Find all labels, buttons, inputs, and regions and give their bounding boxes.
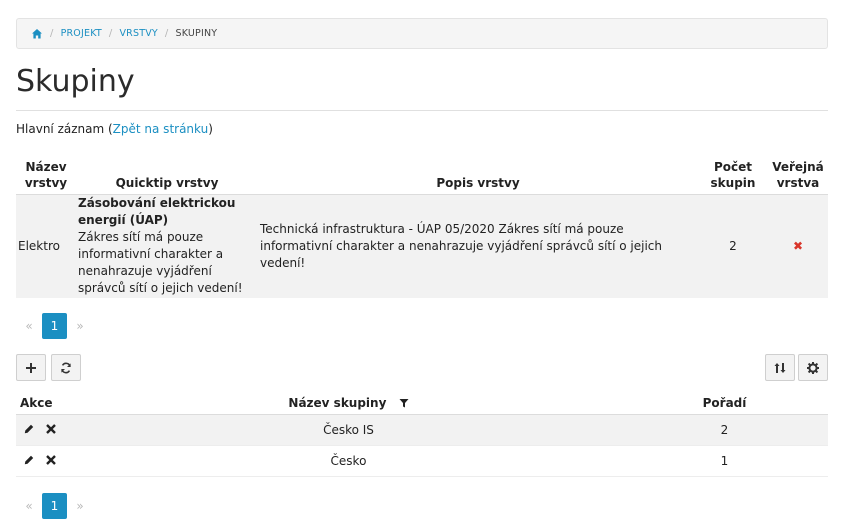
header-actions: Akce bbox=[16, 393, 76, 415]
add-button[interactable] bbox=[16, 354, 46, 381]
master-record-suffix: ) bbox=[208, 122, 213, 136]
layer-table: Název vrstvy Quicktip vrstvy Popis vrstv… bbox=[16, 157, 828, 298]
table-row: Česko 1 bbox=[16, 445, 828, 477]
breadcrumb: / PROJEKT / VRSTVY / SKUPINY bbox=[16, 18, 828, 49]
pencil-icon[interactable] bbox=[24, 423, 34, 437]
sort-button[interactable] bbox=[765, 354, 795, 381]
header-public-layer: Veřejná vrstva bbox=[768, 157, 828, 195]
header-layer-name: Název vrstvy bbox=[16, 157, 76, 195]
header-group-name-label: Název skupiny bbox=[288, 396, 387, 410]
pencil-icon[interactable] bbox=[24, 454, 34, 468]
refresh-icon bbox=[61, 362, 71, 373]
pagination-top: « 1 » bbox=[16, 313, 93, 339]
master-record-line: Hlavní záznam (Zpět na stránku) bbox=[16, 122, 213, 136]
breadcrumb-vrstvy-link[interactable]: VRSTVY bbox=[119, 28, 157, 39]
pagination-page-1[interactable]: 1 bbox=[42, 493, 67, 519]
quicktip-cell: Zásobování elektrickou energií (ÚAP) Zák… bbox=[76, 194, 258, 298]
gear-icon bbox=[807, 361, 819, 374]
header-public-line2: vrstva bbox=[776, 176, 820, 190]
plus-icon bbox=[26, 362, 36, 373]
actions-cell bbox=[16, 414, 76, 446]
pagination-next[interactable]: » bbox=[67, 313, 93, 339]
header-group-count: Počet skupin bbox=[698, 157, 768, 195]
header-layer-name-line2: vrstvy bbox=[24, 176, 68, 190]
header-group-count-line1: Počet bbox=[713, 160, 753, 174]
table-row: Česko IS 2 bbox=[16, 414, 828, 446]
sort-icon bbox=[774, 362, 786, 373]
master-record-prefix: Hlavní záznam ( bbox=[16, 122, 113, 136]
header-group-name[interactable]: Název skupiny bbox=[76, 393, 621, 415]
quicktip-title: Zásobování elektrickou energií (ÚAP) bbox=[78, 196, 236, 228]
breadcrumb-separator: / bbox=[50, 28, 54, 39]
refresh-button[interactable] bbox=[51, 354, 81, 381]
pagination-prev[interactable]: « bbox=[16, 493, 42, 519]
cross-icon: ✖ bbox=[792, 238, 804, 253]
header-layer-name-line1: Název bbox=[25, 160, 67, 174]
pagination-page-1[interactable]: 1 bbox=[42, 313, 67, 339]
public-layer-cell: ✖ bbox=[768, 194, 828, 298]
group-name-cell: Česko IS bbox=[76, 414, 621, 446]
layer-name-cell: Elektro bbox=[16, 194, 76, 298]
table-row: Elektro Zásobování elektrickou energií (… bbox=[16, 194, 828, 298]
breadcrumb-separator: / bbox=[164, 28, 169, 39]
group-count-cell: 2 bbox=[698, 194, 768, 298]
filter-icon[interactable] bbox=[399, 397, 409, 411]
header-group-count-line2: skupin bbox=[710, 176, 756, 190]
group-name-cell: Česko bbox=[76, 445, 621, 477]
group-order-cell: 2 bbox=[621, 414, 828, 446]
header-description: Popis vrstvy bbox=[258, 157, 698, 195]
back-to-page-link[interactable]: Zpět na stránku bbox=[113, 122, 209, 136]
breadcrumb-current: SKUPINY bbox=[175, 28, 218, 39]
quicktip-text: Zákres sítí má pouze informativní charak… bbox=[78, 230, 243, 296]
pagination-next[interactable]: » bbox=[67, 493, 93, 519]
group-order-cell: 1 bbox=[621, 445, 828, 477]
delete-icon[interactable] bbox=[46, 423, 56, 437]
home-icon[interactable] bbox=[31, 28, 43, 40]
header-order: Pořadí bbox=[621, 393, 828, 415]
settings-button[interactable] bbox=[798, 354, 828, 381]
delete-icon[interactable] bbox=[46, 454, 56, 468]
header-public-line1: Veřejná bbox=[772, 160, 824, 174]
breadcrumb-separator: / bbox=[108, 28, 113, 39]
pagination-bottom: « 1 » bbox=[16, 493, 93, 519]
group-table: Akce Název skupiny Pořadí Česko IS 2 Čes… bbox=[16, 393, 828, 477]
actions-cell bbox=[16, 445, 76, 477]
title-divider bbox=[16, 110, 828, 111]
header-quicktip: Quicktip vrstvy bbox=[76, 157, 258, 195]
page-title: Skupiny bbox=[16, 64, 135, 99]
breadcrumb-projekt-link[interactable]: PROJEKT bbox=[61, 28, 102, 39]
description-cell: Technická infrastruktura - ÚAP 05/2020 Z… bbox=[258, 194, 698, 298]
pagination-prev[interactable]: « bbox=[16, 313, 42, 339]
